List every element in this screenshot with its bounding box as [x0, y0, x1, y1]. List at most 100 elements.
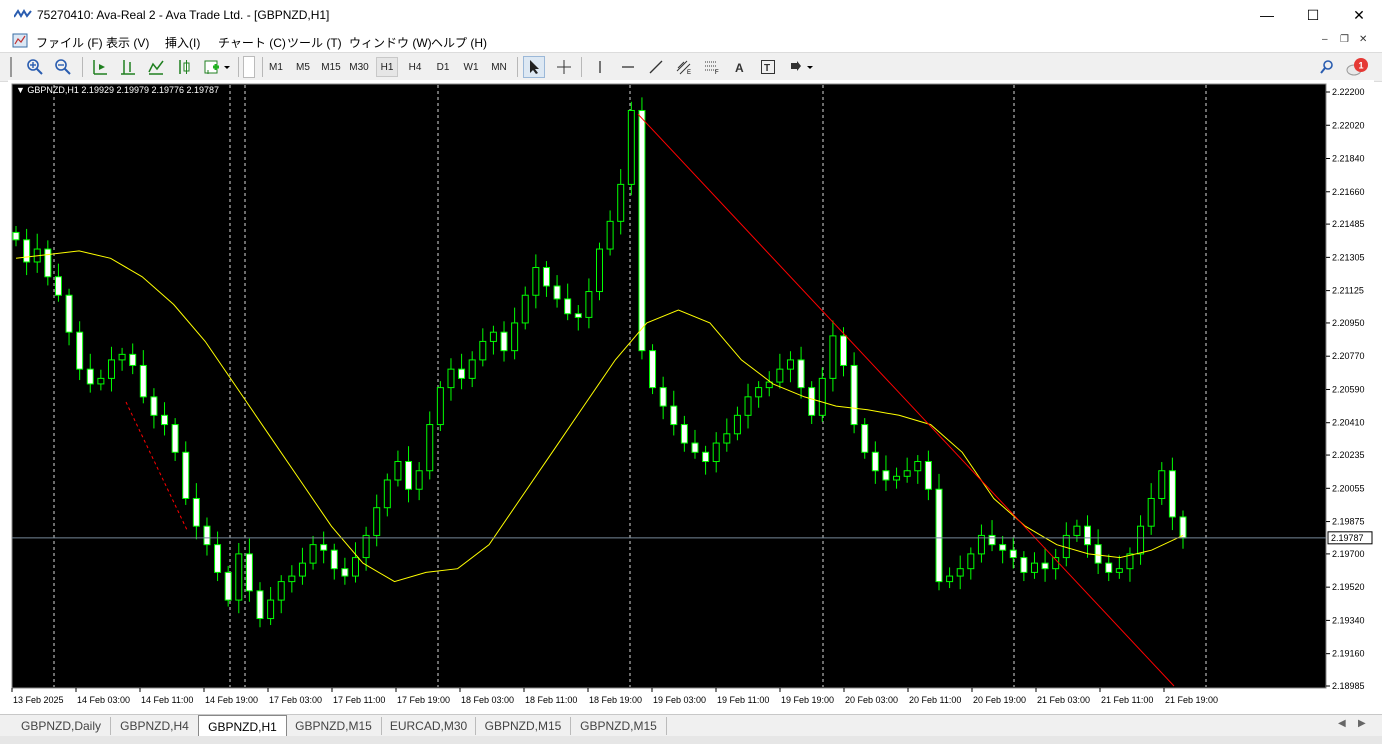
time-axis-label: 18 Feb 11:00: [525, 695, 577, 705]
tab-gbpnzd-m15-2[interactable]: GBPNZD,M15: [476, 717, 571, 735]
text-label-icon[interactable]: T: [757, 56, 779, 78]
candle-body: [23, 239, 31, 263]
minimize-button[interactable]: —: [1244, 0, 1290, 30]
price-axis-label: 2.19160: [1332, 649, 1365, 659]
svg-text:F: F: [715, 70, 719, 75]
tab-eurcad-m30[interactable]: EURCAD,M30: [382, 717, 476, 735]
text-icon[interactable]: A: [729, 56, 751, 78]
chart-menu-arrow-icon[interactable]: ▼: [16, 85, 27, 95]
price-axis-label: 2.21660: [1332, 187, 1365, 197]
time-axis-label: 18 Feb 19:00: [589, 695, 642, 705]
candle-body: [596, 248, 603, 293]
candle-body: [1084, 525, 1092, 546]
tab-scroll-right-icon[interactable]: ▶: [1358, 718, 1366, 729]
candle-body: [54, 276, 62, 296]
close-button[interactable]: ✕: [1336, 0, 1382, 30]
templates-icon[interactable]: [202, 56, 232, 78]
candle-body: [447, 368, 455, 389]
candle-body: [97, 377, 105, 385]
tab-scroll-left-icon[interactable]: ◀: [1338, 718, 1346, 729]
toolbar-grip[interactable]: [10, 57, 12, 77]
candle-body: [298, 562, 306, 577]
time-axis-label: 17 Feb 11:00: [333, 695, 385, 705]
menu-insert[interactable]: 挿入(I): [165, 34, 200, 51]
price-axis-label: 2.19340: [1332, 615, 1365, 625]
search-icon[interactable]: [1316, 56, 1338, 78]
time-axis-label: 19 Feb 19:00: [781, 695, 834, 705]
candle-body: [935, 488, 943, 583]
candle-body: [351, 557, 359, 577]
zoom-out-icon[interactable]: [52, 56, 74, 78]
menu-tools[interactable]: ツール (T): [287, 34, 342, 51]
candle-body: [129, 353, 137, 366]
menu-view[interactable]: 表示 (V): [106, 34, 149, 51]
timeframe-m15[interactable]: M15: [319, 57, 343, 77]
chart-shift-icon[interactable]: [117, 56, 139, 78]
equidistant-channel-icon[interactable]: E: [673, 56, 695, 78]
candle-body: [224, 571, 232, 601]
maximize-button[interactable]: ☐: [1290, 0, 1336, 30]
candle-body: [277, 581, 285, 601]
menu-window[interactable]: ウィンドウ (W): [349, 34, 432, 51]
candle-body: [118, 353, 126, 361]
candle-body: [786, 359, 794, 370]
notification-bell-icon[interactable]: 1: [1344, 56, 1370, 78]
candle-body: [436, 387, 444, 426]
time-axis-label: 19 Feb 03:00: [653, 695, 706, 705]
chart-window[interactable]: 2.22200 2.22020 2.21840 2.21660 2.21485 2.213…: [8, 80, 1374, 714]
candle-body: [245, 553, 253, 592]
fibonacci-icon[interactable]: F: [701, 56, 723, 78]
time-axis-label: 21 Feb 19:00: [1165, 695, 1218, 705]
tab-gbpnzd-h1[interactable]: GBPNZD,H1: [198, 715, 287, 737]
status-bar: [0, 736, 1382, 744]
candle-body: [161, 414, 169, 426]
menu-chart[interactable]: チャート (C): [218, 34, 286, 51]
price-axis-label: 2.20235: [1332, 450, 1365, 460]
candle-body: [967, 553, 975, 570]
timeframe-m30[interactable]: M30: [347, 57, 371, 77]
candle-body: [585, 291, 593, 318]
candle-body: [627, 109, 635, 185]
auto-scroll-icon[interactable]: [89, 56, 111, 78]
mdi-restore-button[interactable]: ❐: [1340, 34, 1349, 45]
candle-body: [373, 507, 381, 536]
chart-tabs-bar: GBPNZD,Daily GBPNZD,H4 GBPNZD,H1 GBPNZD,…: [0, 714, 1382, 737]
timeframe-h1[interactable]: H1: [376, 57, 398, 77]
indicators-icon[interactable]: [145, 56, 167, 78]
toolbar-blank-button[interactable]: [243, 56, 255, 78]
timeframe-d1[interactable]: D1: [432, 57, 454, 77]
crosshair-icon[interactable]: [553, 56, 575, 78]
mdi-close-button[interactable]: ✕: [1359, 34, 1367, 45]
timeframe-m1[interactable]: M1: [265, 57, 287, 77]
price-axis-label: 2.20770: [1332, 351, 1365, 361]
candle-body: [1115, 568, 1123, 573]
tab-gbpnzd-h4[interactable]: GBPNZD,H4: [111, 717, 199, 735]
cursor-arrow-icon[interactable]: [523, 56, 545, 78]
timeframe-w1[interactable]: W1: [460, 57, 482, 77]
mdi-minimize-button[interactable]: –: [1322, 34, 1328, 45]
zoom-in-icon[interactable]: [24, 56, 46, 78]
candle-body: [893, 475, 901, 481]
trendline-icon[interactable]: [645, 56, 667, 78]
candle-body: [1073, 525, 1081, 536]
menu-help[interactable]: ヘルプ (H): [431, 34, 487, 51]
price-chart[interactable]: 2.22200 2.22020 2.21840 2.21660 2.21485 2.213…: [8, 80, 1374, 714]
candle-body: [309, 544, 317, 564]
candle-body: [415, 470, 423, 490]
timeframe-h4[interactable]: H4: [404, 57, 426, 77]
arrows-dropdown-icon[interactable]: [787, 56, 817, 78]
timeframe-m5[interactable]: M5: [292, 57, 314, 77]
vertical-line-icon[interactable]: [589, 56, 611, 78]
candle-body: [670, 405, 678, 426]
candle-body: [861, 424, 869, 453]
tab-gbpnzd-m15-3[interactable]: GBPNZD,M15: [571, 717, 667, 735]
tab-gbpnzd-daily[interactable]: GBPNZD,Daily: [12, 717, 111, 735]
menu-file[interactable]: ファイル (F): [36, 34, 103, 51]
candle-body: [797, 359, 805, 389]
chart-window-icon[interactable]: [12, 33, 28, 48]
time-axis-label: 17 Feb 19:00: [397, 695, 450, 705]
horizontal-line-icon[interactable]: [617, 56, 639, 78]
timeframe-mn[interactable]: MN: [487, 57, 511, 77]
bar-chart-icon[interactable]: [173, 56, 195, 78]
tab-gbpnzd-m15[interactable]: GBPNZD,M15: [286, 717, 382, 735]
